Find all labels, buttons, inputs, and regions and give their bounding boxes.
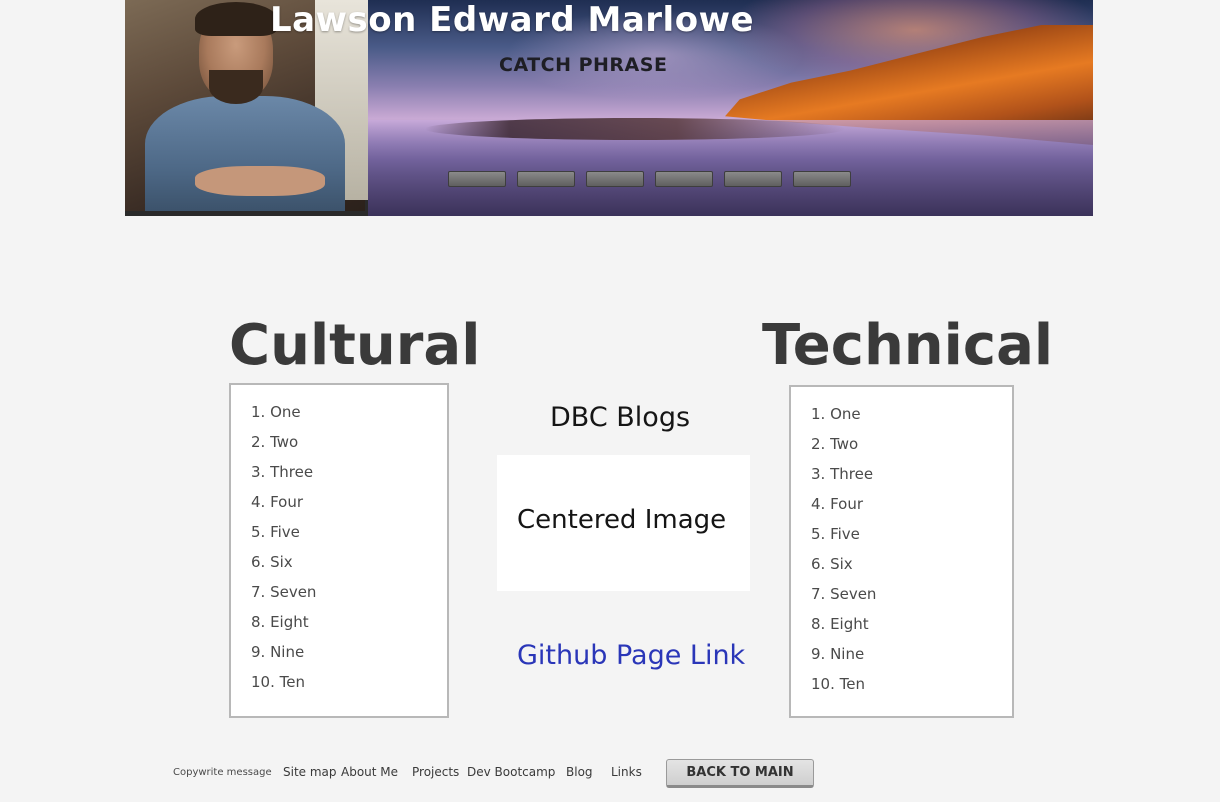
- cultural-list-item[interactable]: 2. Two: [251, 431, 447, 461]
- nav-button-4[interactable]: [655, 171, 713, 187]
- technical-list-item[interactable]: 4. Four: [811, 493, 1012, 523]
- cultural-list-item[interactable]: 7. Seven: [251, 581, 447, 611]
- centered-image-label: Centered Image: [517, 505, 727, 535]
- cultural-list-item[interactable]: 8. Eight: [251, 611, 447, 641]
- technical-list-item[interactable]: 2. Two: [811, 433, 1012, 463]
- github-page-link[interactable]: Github Page Link: [517, 640, 745, 671]
- technical-list-item[interactable]: 10. Ten: [811, 673, 1012, 703]
- cultural-list-item[interactable]: 6. Six: [251, 551, 447, 581]
- footer-link-dev-bootcamp[interactable]: Dev Bootcamp: [467, 765, 555, 779]
- banner-rocks: [425, 118, 845, 140]
- cultural-heading: Cultural: [229, 313, 481, 378]
- footer-link-links[interactable]: Links: [611, 765, 642, 779]
- copyright-message: Copywrite message: [173, 767, 272, 778]
- nav-button-6[interactable]: [793, 171, 851, 187]
- technical-list-item[interactable]: 5. Five: [811, 523, 1012, 553]
- footer: Copywrite message Site map About Me Proj…: [0, 759, 1220, 794]
- dbc-blogs-label: DBC Blogs: [550, 402, 691, 433]
- cultural-list-item[interactable]: 5. Five: [251, 521, 447, 551]
- technical-list-item[interactable]: 1. One: [811, 403, 1012, 433]
- footer-link-blog[interactable]: Blog: [566, 765, 593, 779]
- nav-button-5[interactable]: [724, 171, 782, 187]
- cultural-list-item[interactable]: 3. Three: [251, 461, 447, 491]
- technical-list-item[interactable]: 7. Seven: [811, 583, 1012, 613]
- technical-list-item[interactable]: 9. Nine: [811, 643, 1012, 673]
- cultural-list-item[interactable]: 9. Nine: [251, 641, 447, 671]
- technical-list-item[interactable]: 3. Three: [811, 463, 1012, 493]
- cultural-list-item[interactable]: 4. Four: [251, 491, 447, 521]
- technical-list-item[interactable]: 6. Six: [811, 553, 1012, 583]
- technical-list-item[interactable]: 8. Eight: [811, 613, 1012, 643]
- technical-list: 1. One 2. Two 3. Three 4. Four 5. Five 6…: [789, 385, 1014, 718]
- site-owner-name: Lawson Edward Marlowe: [270, 0, 755, 40]
- centered-image-placeholder: Centered Image: [497, 455, 750, 591]
- cultural-list-item[interactable]: 1. One: [251, 401, 447, 431]
- back-to-main-button[interactable]: BACK TO MAIN: [666, 759, 814, 788]
- header-nav: [448, 171, 862, 187]
- footer-link-projects[interactable]: Projects: [412, 765, 459, 779]
- cultural-list-item[interactable]: 10. Ten: [251, 671, 447, 701]
- nav-button-2[interactable]: [517, 171, 575, 187]
- nav-button-3[interactable]: [586, 171, 644, 187]
- technical-heading: Technical: [762, 313, 1054, 378]
- cultural-list: 1. One 2. Two 3. Three 4. Four 5. Five 6…: [229, 383, 449, 718]
- footer-link-about-me[interactable]: About Me: [341, 765, 398, 779]
- catch-phrase: CATCH PHRASE: [499, 54, 668, 76]
- nav-button-1[interactable]: [448, 171, 506, 187]
- footer-link-site-map[interactable]: Site map: [283, 765, 337, 779]
